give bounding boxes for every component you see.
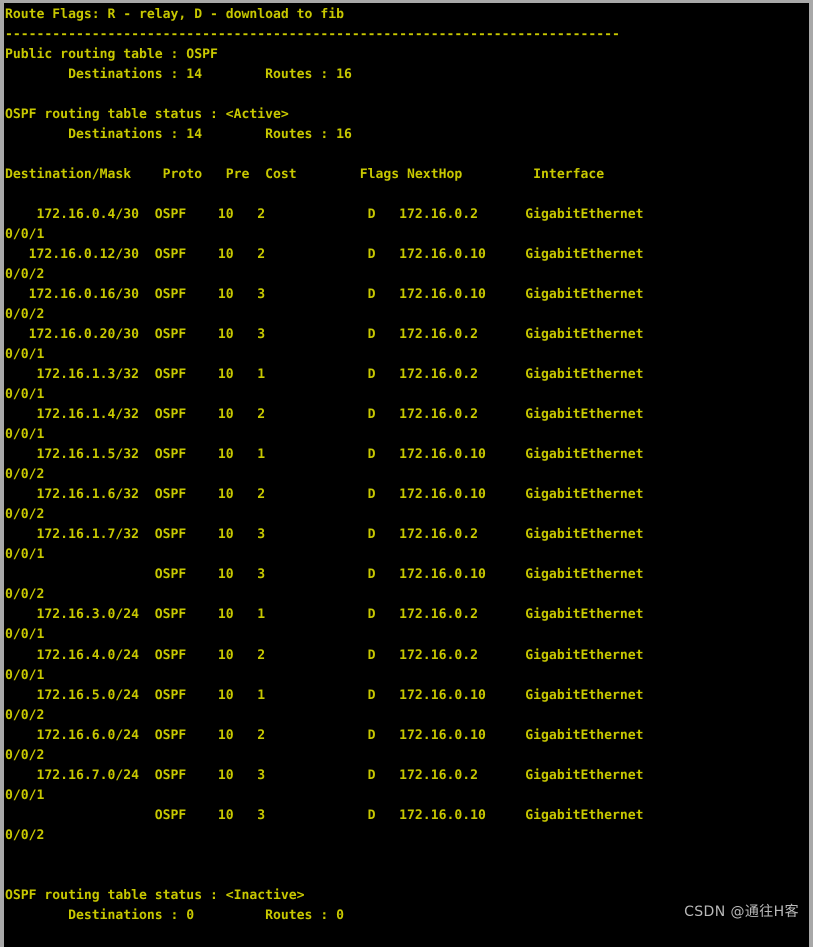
terminal-screen[interactable]: Route Flags: R - relay, D - download to …	[4, 3, 809, 947]
terminal-window: Route Flags: R - relay, D - download to …	[0, 0, 813, 947]
terminal-output: Route Flags: R - relay, D - download to …	[5, 7, 644, 923]
